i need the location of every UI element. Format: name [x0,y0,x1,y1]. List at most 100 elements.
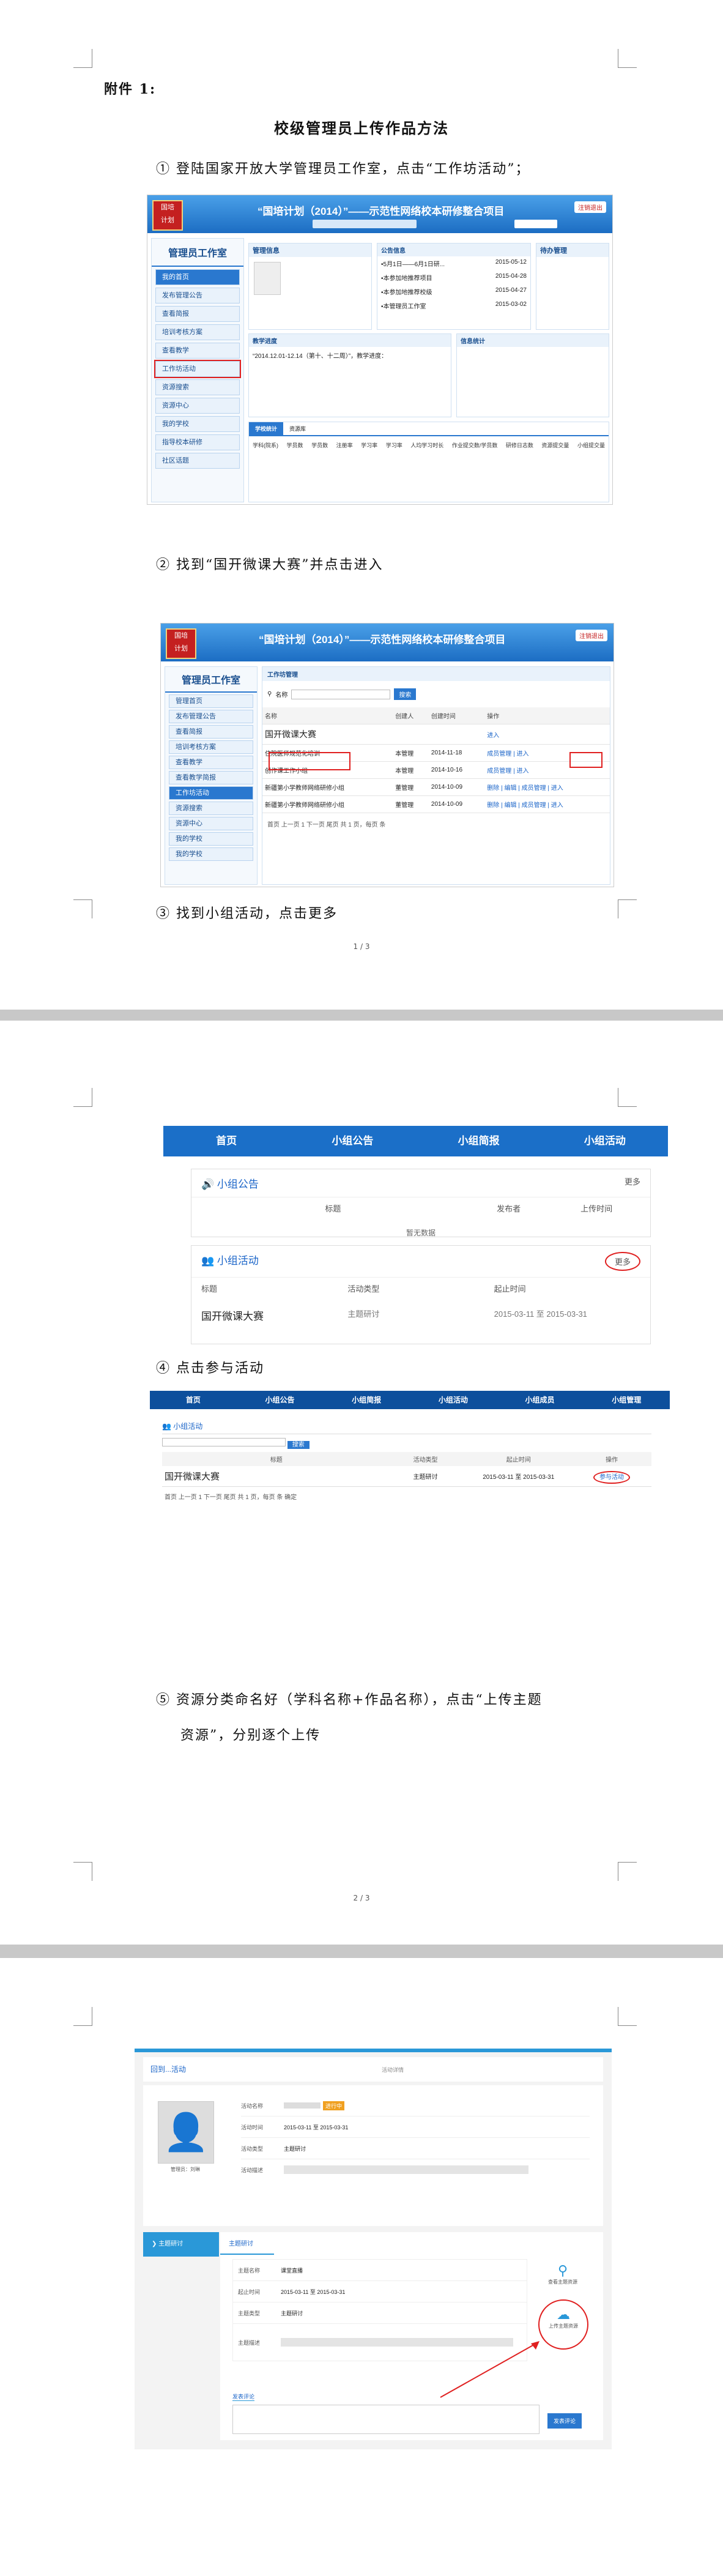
sidebar: 管理员工作室 我的首页 发布管理公告 查看简报 培训考核方案 查看教学 工作坊活… [151,238,244,502]
sidebar-item[interactable]: 资源搜索 [169,802,253,815]
search-input[interactable] [291,689,391,699]
nav-item[interactable]: 小组公告 [237,1391,324,1409]
col: 学习率 [361,442,378,449]
op-links[interactable]: 删除 | 编辑 | 成员管理 | 进入 [484,795,610,813]
sidebar-item-workshop[interactable]: 工作坊活动 [169,786,253,800]
crop-mark [73,2007,92,2026]
sidebar-item[interactable]: 资源搜索 [155,379,240,395]
top-strip [135,2049,612,2052]
sidebar-item[interactable]: 培训考核方案 [155,324,240,340]
empty-text: 暂无数据 [406,1229,436,1237]
search-box[interactable] [514,220,557,228]
nav-briefs[interactable]: 小组简报 [416,1126,542,1156]
banner-title: “国培计划（2014）”——示范性网络校本研修整合项目 [259,634,506,646]
info-row: 活动名称 进行中 [241,2095,590,2116]
step-5-text-line1: ⑤ 资源分类命名好（学科名称+作品名称），点击“上传主题 [156,1692,543,1708]
info-value: 主题研讨 [284,2145,306,2152]
nav-notices[interactable]: 小组公告 [289,1126,415,1156]
search-button[interactable]: 搜索 [394,688,417,700]
info-label: 活动名称 [241,2102,264,2109]
sidebar-item[interactable]: 指导校本研修 [155,434,240,450]
col: 学科(院系) [253,442,278,449]
nav-activities[interactable]: 小组活动 [542,1126,668,1156]
sidebar-item-workshop[interactable]: 工作坊活动 [154,360,241,378]
col: 标题 [325,1204,341,1213]
op-links[interactable]: 删除 | 编辑 | 成员管理 | 进入 [484,778,610,796]
crop-mark [73,1862,92,1881]
crop-mark [618,2007,637,2026]
activity-more-link[interactable]: 更多 [604,1252,640,1271]
tab-resources[interactable]: 资源库 [283,422,312,435]
activity-link[interactable]: 国开微课大赛 [165,1470,388,1483]
nav-home[interactable]: 首页 [163,1126,289,1156]
nav-item[interactable]: 小组活动 [410,1391,497,1409]
sidebar-item[interactable]: 我的学校 [169,847,253,861]
screenshot-workshop-list: 国培 计划 “国培计划（2014）”——示范性网络校本研修整合项目 注销退出 管理… [160,623,614,887]
logout-button[interactable]: 注销退出 [576,630,607,641]
search-row: ⚲ 名称 搜索 [262,681,610,707]
nav-item[interactable]: 首页 [150,1391,237,1409]
cell[interactable]: 新疆第小学教师网络研修小组 [262,795,393,813]
sidebar-item[interactable]: 查看简报 [169,725,253,739]
sidebar-item[interactable]: 我的首页 [155,269,240,285]
tab-workshop-manage[interactable]: 工作坊管理 [262,667,610,681]
group-nav: 首页 小组公告 小组简报 小组活动 小组成员 小组管理 [150,1391,670,1409]
pager[interactable]: 首页 上一页 1 下一页 尾页 共 1 页，每页 条 [262,813,610,835]
pager[interactable]: 首页 上一页 1 下一页 尾页 共 1 页，每页 条 确定 [162,1487,651,1506]
workshop-name-link[interactable]: 国开微课大赛 [262,724,393,745]
sidebar-title: 管理员工作室 [152,239,243,267]
table-row: 国开微课大赛 进入 [262,724,610,745]
sidebar-item[interactable]: 管理首页 [169,694,253,708]
comment-input[interactable] [232,2405,539,2434]
blurred-value [284,2102,321,2109]
activity-title-text: 小组活动 [217,1255,259,1267]
col: 小组提交量 [577,442,605,449]
sidebar-item[interactable]: 我的学校 [155,416,240,432]
sidebar-item[interactable]: 资源中心 [169,817,253,830]
back-link[interactable]: 回到...活动 [150,2065,186,2074]
top-links[interactable] [313,220,417,228]
nav-item[interactable]: 小组简报 [323,1391,410,1409]
avatar-placeholder-icon: 👤 [158,2101,214,2164]
submit-comment-button[interactable]: 发表评论 [547,2413,582,2429]
col-op: 操作 [484,707,610,724]
view-resources-button[interactable]: ⚲ 查看主题资源 [544,2263,581,2285]
notice-row[interactable]: •本参加地推荐项目 2015-04-28 [377,270,530,285]
side-tab[interactable]: ❯ 主题研讨 [143,2232,219,2257]
cell[interactable]: 新疆第小学教师网络研修小组 [262,778,393,796]
topic-label: 主题类型 [238,2310,261,2317]
panel-teach: 教学进度 “2014.12.01-12.14（第十、十二周）”，教学进度： [248,333,451,417]
activity-info-card: 👤 管理员：刘琳 活动名称 进行中 活动时间 2015-03-11 至 2015-0… [143,2085,603,2226]
activity-link[interactable]: 国开微课大赛 [201,1308,347,1323]
nav-item[interactable]: 小组管理 [583,1391,670,1409]
col: 标题 [201,1284,218,1294]
sidebar-item[interactable]: 查看教学简报 [169,771,253,784]
sidebar-item[interactable]: 社区话题 [155,453,240,469]
tab-topic[interactable]: 主题研讨 [220,2232,274,2255]
sidebar-item[interactable]: 查看教学 [155,343,240,359]
notice-row[interactable]: •5月1日——6月1日研... 2015-05-12 [377,256,530,270]
notice-date: 2015-04-27 [495,287,527,294]
sidebar-item[interactable]: 查看教学 [169,756,253,769]
notice-row[interactable]: •本管理员工作室 2015-03-02 [377,299,530,313]
crop-mark [618,49,637,68]
col: 人均学习时长 [410,442,444,449]
info-row: 活动时间 2015-03-11 至 2015-03-31 [241,2116,590,2138]
join-activity-button[interactable]: 参与活动 [593,1471,631,1484]
sidebar-item[interactable]: 我的学校 [169,832,253,846]
logout-button[interactable]: 注销退出 [574,201,606,213]
sidebar-item[interactable]: 查看简报 [155,306,240,322]
notice-more-link[interactable]: 更多 [625,1175,640,1191]
notice-row[interactable]: •本参加地推荐校级 2015-04-27 [377,285,530,299]
info-row: 活动类型 主题研讨 [241,2138,590,2159]
search-input[interactable] [162,1438,286,1446]
sidebar-item[interactable]: 培训考核方案 [169,740,253,754]
nav-item[interactable]: 小组成员 [497,1391,584,1409]
sidebar-item[interactable]: 发布管理公告 [155,288,240,303]
sidebar-item[interactable]: 资源中心 [155,398,240,414]
sidebar-item[interactable]: 发布管理公告 [169,710,253,723]
tab-school-stats[interactable]: 学校统计 [249,422,284,435]
search-button[interactable]: 搜索 [287,1441,310,1449]
topic-label: 起止时间 [238,2288,261,2295]
enter-link[interactable]: 进入 [484,724,610,745]
